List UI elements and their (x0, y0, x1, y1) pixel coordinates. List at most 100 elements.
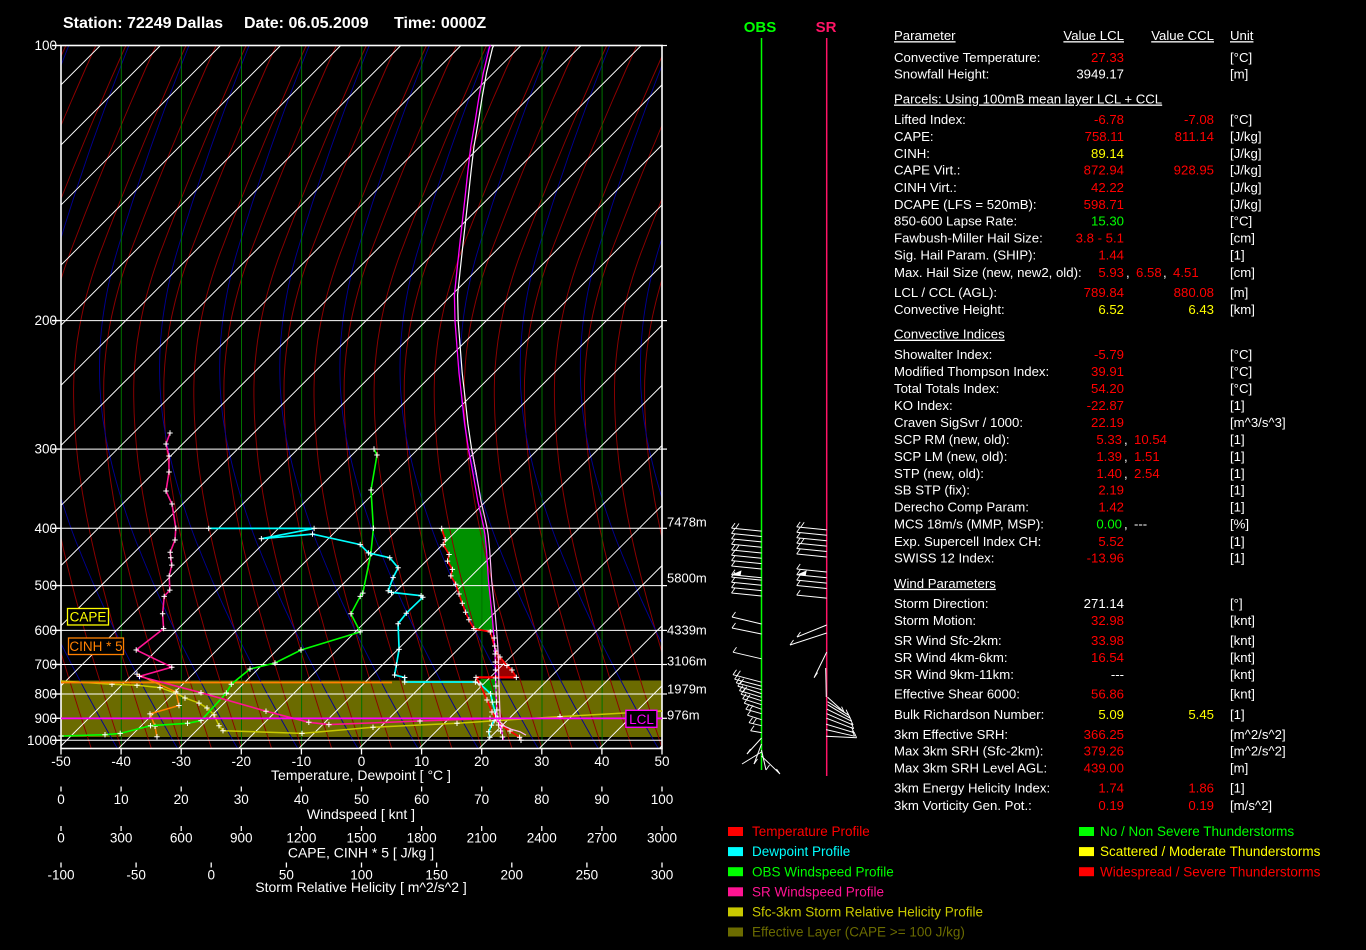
svg-text:27.33: 27.33 (1091, 50, 1124, 65)
svg-text:10: 10 (114, 792, 129, 807)
svg-text:0.00: 0.00 (1096, 517, 1122, 532)
svg-text:1000: 1000 (27, 733, 57, 748)
svg-text:3.8 - 5.1: 3.8 - 5.1 (1076, 231, 1124, 246)
svg-text:-7.08: -7.08 (1184, 112, 1214, 127)
svg-text:Time: 0000Z: Time: 0000Z (394, 15, 486, 32)
svg-text:[m]: [m] (1230, 761, 1248, 776)
svg-text:CAPE Virt.:: CAPE Virt.: (894, 163, 960, 178)
svg-text:439.00: 439.00 (1084, 761, 1124, 776)
svg-text:CINH * 5: CINH * 5 (69, 639, 122, 654)
svg-text:OBS Windspeed Profile: OBS Windspeed Profile (752, 864, 894, 879)
svg-text:Unit: Unit (1230, 28, 1254, 43)
svg-text:4339m: 4339m (667, 623, 707, 638)
svg-text:928.95: 928.95 (1174, 163, 1214, 178)
svg-text:-50: -50 (126, 868, 146, 883)
svg-text:30: 30 (234, 792, 249, 807)
svg-text:10.54: 10.54 (1134, 432, 1167, 447)
svg-text:Temperature, Dewpoint [ °C ]: Temperature, Dewpoint [ °C ] (271, 767, 451, 783)
svg-text:,: , (1124, 517, 1128, 532)
svg-text:2100: 2100 (467, 831, 497, 846)
svg-text:Exp. Supercell Index CH:: Exp. Supercell Index CH: (894, 534, 1041, 549)
svg-text:Station: 72249 Dallas: Station: 72249 Dallas (63, 15, 223, 32)
svg-text:Showalter Index:: Showalter Index: (894, 347, 992, 362)
svg-text:1800: 1800 (407, 831, 437, 846)
svg-text:300: 300 (34, 442, 57, 457)
svg-text:Date: 06.05.2009: Date: 06.05.2009 (244, 15, 369, 32)
svg-text:[%]: [%] (1230, 517, 1249, 532)
svg-text:OBS: OBS (744, 19, 777, 36)
svg-text:6.58: 6.58 (1136, 265, 1162, 280)
svg-text:STP (new, old):: STP (new, old): (894, 466, 984, 481)
svg-text:Fawbush-Miller Hail Size:: Fawbush-Miller Hail Size: (894, 231, 1043, 246)
svg-text:16.54: 16.54 (1091, 650, 1124, 665)
svg-text:3km Effective SRH:: 3km Effective SRH: (894, 727, 1008, 742)
svg-text:[°C]: [°C] (1230, 347, 1252, 362)
svg-text:,: , (1124, 449, 1128, 464)
svg-text:Storm Motion:: Storm Motion: (894, 613, 976, 628)
svg-text:[1]: [1] (1230, 432, 1245, 447)
svg-text:379.26: 379.26 (1084, 744, 1124, 759)
svg-text:700: 700 (34, 657, 57, 672)
svg-text:5.33: 5.33 (1096, 432, 1122, 447)
svg-text:600: 600 (170, 831, 193, 846)
svg-text:-20: -20 (232, 754, 252, 769)
svg-text:MCS 18m/s (MMP, MSP):: MCS 18m/s (MMP, MSP): (894, 517, 1044, 532)
svg-text:[knt]: [knt] (1230, 633, 1255, 648)
svg-text:Total Totals Index:: Total Totals Index: (894, 381, 999, 396)
svg-text:-22.87: -22.87 (1087, 398, 1124, 413)
svg-text:[m]: [m] (1230, 67, 1248, 82)
svg-text:[m/s^2]: [m/s^2] (1230, 798, 1272, 813)
svg-text:1500: 1500 (346, 831, 376, 846)
svg-text:0: 0 (57, 792, 65, 807)
svg-text:200: 200 (501, 868, 524, 883)
svg-text:SCP LM (new, old):: SCP LM (new, old): (894, 449, 1007, 464)
svg-text:32.98: 32.98 (1091, 613, 1124, 628)
svg-text:Widespread / Severe Thundersto: Widespread / Severe Thunderstorms (1100, 864, 1321, 879)
svg-text:100: 100 (34, 38, 57, 53)
svg-text:Craven SigSvr / 1000:: Craven SigSvr / 1000: (894, 415, 1023, 430)
svg-text:3106m: 3106m (667, 654, 707, 669)
svg-text:1200: 1200 (286, 831, 316, 846)
svg-text:[J/kg]: [J/kg] (1230, 197, 1262, 212)
svg-text:Derecho Comp Param:: Derecho Comp Param: (894, 500, 1029, 515)
svg-text:SCP RM (new, old):: SCP RM (new, old): (894, 432, 1010, 447)
svg-text:42.22: 42.22 (1091, 180, 1124, 195)
svg-text:[cm]: [cm] (1230, 265, 1255, 280)
svg-text:850-600 Lapse Rate:: 850-600 Lapse Rate: (894, 214, 1017, 229)
svg-text:900: 900 (34, 711, 57, 726)
svg-text:0.19: 0.19 (1188, 798, 1214, 813)
svg-text:6.52: 6.52 (1098, 302, 1124, 317)
svg-text:758.11: 758.11 (1085, 129, 1124, 144)
svg-text:-6.78: -6.78 (1094, 112, 1124, 127)
svg-text:5.09: 5.09 (1098, 707, 1124, 722)
svg-text:[1]: [1] (1230, 449, 1245, 464)
svg-text:7478m: 7478m (667, 515, 707, 530)
svg-text:-5.79: -5.79 (1094, 347, 1124, 362)
svg-text:500: 500 (34, 578, 57, 593)
svg-text:[1]: [1] (1230, 466, 1245, 481)
svg-text:SR Wind 4km-6km:: SR Wind 4km-6km: (894, 650, 1008, 665)
svg-text:[knt]: [knt] (1230, 650, 1255, 665)
svg-text:56.86: 56.86 (1091, 687, 1124, 702)
svg-text:[°C]: [°C] (1230, 364, 1252, 379)
svg-text:,: , (1124, 466, 1128, 481)
svg-text:300: 300 (110, 831, 133, 846)
svg-text:Convective Height:: Convective Height: (894, 302, 1005, 317)
svg-text:[J/kg]: [J/kg] (1230, 129, 1262, 144)
svg-text:Sfc-3km Storm Relative Helicit: Sfc-3km Storm Relative Helicity Profile (752, 905, 983, 920)
svg-text:CINH Virt.:: CINH Virt.: (894, 180, 957, 195)
svg-text:Max. Hail Size (new, new2, old: Max. Hail Size (new, new2, old): (894, 265, 1082, 280)
svg-text:3km Energy Helicity Index:: 3km Energy Helicity Index: (894, 781, 1050, 796)
svg-text:Snowfall Height:: Snowfall Height: (894, 67, 989, 82)
svg-text:Storm Relative Helicity [ m^2: Storm Relative Helicity [ m^2/s^2 ] (255, 879, 467, 895)
svg-text:DCAPE (LFS = 520mB):: DCAPE (LFS = 520mB): (894, 197, 1037, 212)
svg-text:15.30: 15.30 (1091, 214, 1124, 229)
svg-text:5.93: 5.93 (1098, 265, 1124, 280)
svg-text:2.19: 2.19 (1098, 483, 1124, 498)
svg-text:2400: 2400 (527, 831, 557, 846)
svg-text:70: 70 (474, 792, 489, 807)
svg-text:0: 0 (207, 868, 215, 883)
svg-text:271.14: 271.14 (1084, 596, 1124, 611)
svg-text:[km]: [km] (1230, 302, 1255, 317)
svg-text:22.19: 22.19 (1091, 415, 1124, 430)
